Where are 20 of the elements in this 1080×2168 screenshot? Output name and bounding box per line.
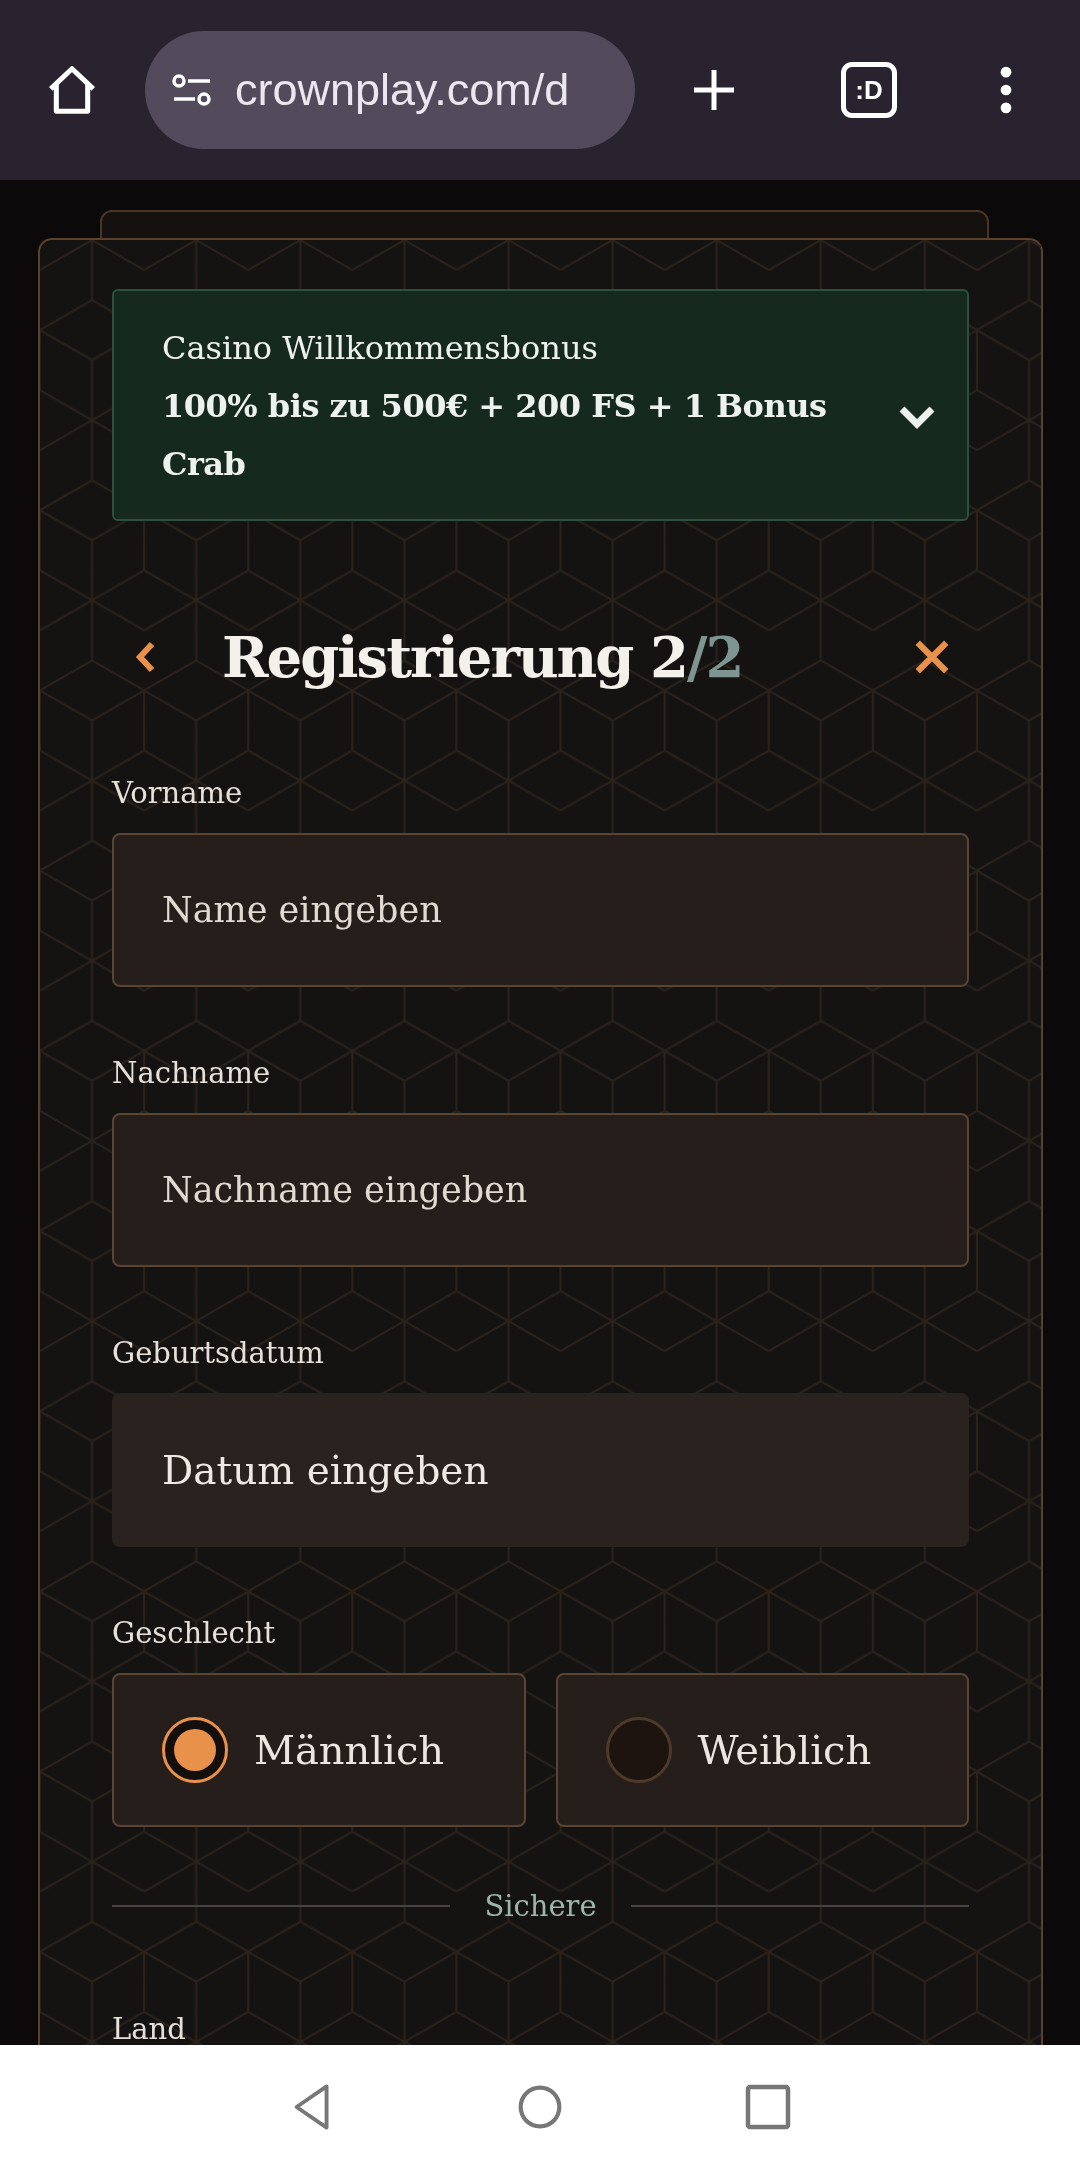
input-field[interactable]: Datum eingeben xyxy=(112,1393,969,1547)
input-field[interactable]: Nachname eingeben xyxy=(112,1113,969,1267)
field-label: Geburtsdatum xyxy=(112,1335,325,1372)
close-icon[interactable] xyxy=(913,638,951,676)
tab-switcher-button[interactable]: :D xyxy=(841,62,897,118)
field-label: Land xyxy=(112,2011,187,2045)
recent-apps-icon[interactable] xyxy=(745,2082,791,2131)
field-label: Nachname xyxy=(112,1055,272,1092)
section-heading: Sichere xyxy=(484,1889,597,1923)
address-bar[interactable]: crownplay.com/d xyxy=(145,31,635,149)
radio-option[interactable]: Männlich xyxy=(112,1673,526,1827)
input-field[interactable]: Name eingeben xyxy=(112,833,969,987)
radio-option[interactable]: Weiblich xyxy=(555,1673,969,1827)
registration-title: Registrierung 2/2 xyxy=(222,624,744,690)
bonus-banner[interactable]: Casino Willkommensbonus 100% bis zu 500€ + 200 FS + 1 Bonus Crab xyxy=(112,289,969,521)
url-text: crownplay.com/d xyxy=(235,64,570,116)
bonus-title: Casino Willkommensbonus xyxy=(162,328,599,369)
field-label: Geschlecht xyxy=(112,1615,277,1652)
field-label: Vorname xyxy=(112,775,244,812)
bonus-offer: 100% bis zu 500€ + 200 FS + 1 Bonus Crab xyxy=(162,386,828,485)
